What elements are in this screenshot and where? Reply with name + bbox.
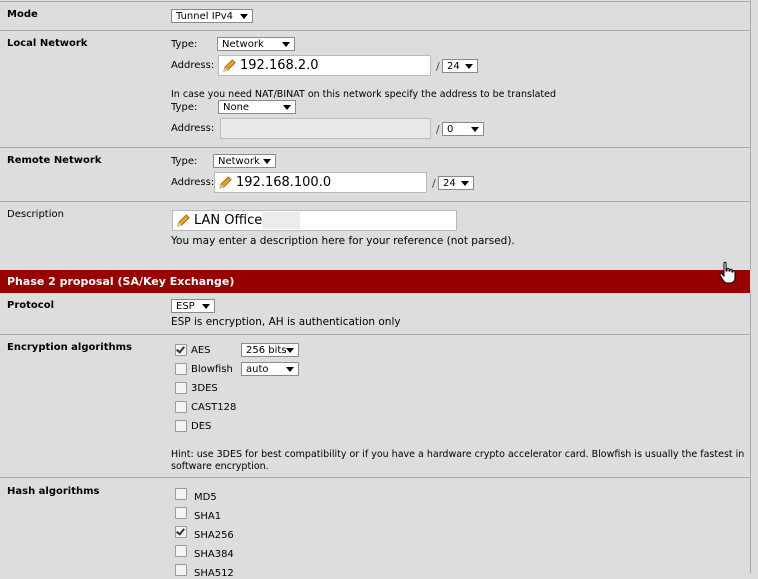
md5-label: MD5 — [194, 492, 217, 503]
nat-mask-value: 0 — [447, 124, 454, 135]
pencil-icon — [177, 214, 190, 227]
remote-network-label: Remote Network — [7, 155, 102, 166]
phase2-header: Phase 2 proposal (SA/Key Exchange) — [0, 270, 750, 293]
local-network-label: Local Network — [7, 38, 88, 49]
local-type-select[interactable]: Network — [217, 37, 295, 51]
sha1-label: SHA1 — [194, 511, 222, 522]
ipsec-phase2-form: Mode Tunnel IPv4 Local Network Type: Net… — [0, 0, 758, 579]
pencil-icon — [219, 176, 232, 189]
row-divider — [0, 1, 750, 2]
right-border — [750, 0, 751, 270]
hand-cursor-icon — [719, 261, 736, 284]
nat-address-label: Address: — [171, 123, 215, 134]
slash-separator: / — [436, 60, 440, 73]
chevron-down-icon — [263, 159, 271, 164]
blowfish-label: Blowfish — [191, 364, 233, 375]
row-divider — [0, 477, 750, 478]
remote-address-label: Address: — [171, 177, 215, 188]
blowfish-checkbox[interactable] — [175, 363, 187, 375]
local-mask-value: 24 — [447, 61, 460, 72]
chevron-down-icon — [461, 181, 469, 186]
local-mask-select[interactable]: 24 — [442, 59, 478, 73]
aes-checkbox[interactable] — [175, 344, 187, 356]
row-divider — [0, 147, 750, 148]
protocol-hint: ESP is encryption, AH is authentication … — [171, 316, 401, 328]
local-address-label: Address: — [171, 60, 215, 71]
chevron-down-icon — [465, 64, 473, 69]
local-address-input[interactable]: 192.168.2.0 — [218, 55, 431, 76]
chevron-down-icon — [286, 367, 294, 372]
mode-select[interactable]: Tunnel IPv4 — [171, 9, 253, 23]
description-hint: You may enter a description here for you… — [171, 235, 515, 247]
hash-label: Hash algorithms — [7, 486, 100, 497]
remote-type-select[interactable]: Network — [213, 154, 276, 168]
aes-label: AES — [191, 345, 211, 356]
nat-address-input[interactable] — [220, 118, 431, 139]
sha384-checkbox[interactable] — [175, 545, 187, 557]
protocol-select-value: ESP — [176, 301, 195, 312]
chevron-down-icon — [240, 14, 248, 19]
blowfish-keylen-select[interactable]: auto — [241, 362, 299, 376]
description-value: LAN Office2 — [194, 213, 271, 228]
nat-type-select[interactable]: None — [218, 100, 296, 114]
protocol-select[interactable]: ESP — [171, 299, 215, 313]
pencil-icon — [223, 59, 236, 72]
remote-mask-value: 24 — [443, 178, 456, 189]
blowfish-keylen-value: auto — [246, 364, 269, 375]
local-type-select-value: Network — [222, 39, 264, 50]
description-input[interactable]: LAN Office2 — [172, 210, 457, 231]
mode-select-value: Tunnel IPv4 — [176, 11, 233, 22]
aes-keylen-select[interactable]: 256 bits — [241, 343, 299, 357]
remote-type-label: Type: — [171, 156, 198, 167]
row-divider — [0, 201, 750, 202]
local-address-value: 192.168.2.0 — [240, 58, 319, 73]
sha512-label: SHA512 — [194, 568, 234, 579]
md5-checkbox[interactable] — [175, 488, 187, 500]
nat-hint: In case you need NAT/BINAT on this netwo… — [171, 89, 557, 100]
sha256-checkbox[interactable] — [175, 526, 187, 538]
slash-separator: / — [432, 177, 436, 190]
right-border-lower — [750, 293, 751, 573]
mode-label: Mode — [7, 9, 38, 20]
row-divider — [0, 334, 750, 335]
aes-keylen-value: 256 bits — [246, 345, 287, 356]
nat-type-label: Type: — [171, 102, 198, 113]
sha256-label: SHA256 — [194, 530, 234, 541]
3des-checkbox[interactable] — [175, 382, 187, 394]
sha1-checkbox[interactable] — [175, 507, 187, 519]
protocol-label: Protocol — [7, 300, 55, 311]
des-label: DES — [191, 421, 212, 432]
des-checkbox[interactable] — [175, 420, 187, 432]
encryption-label: Encryption algorithms — [7, 342, 132, 353]
encryption-hint-line2: software encryption. — [171, 461, 269, 472]
chevron-down-icon — [282, 42, 290, 47]
chevron-down-icon — [471, 127, 479, 132]
nat-type-select-value: None — [223, 102, 250, 113]
remote-address-input[interactable]: 192.168.100.0 — [214, 172, 427, 193]
cast128-checkbox[interactable] — [175, 401, 187, 413]
sha384-label: SHA384 — [194, 549, 234, 560]
remote-mask-select[interactable]: 24 — [438, 176, 474, 190]
sha512-checkbox[interactable] — [175, 564, 187, 576]
cast128-label: CAST128 — [191, 402, 237, 413]
chevron-down-icon — [283, 105, 291, 110]
chevron-down-icon — [202, 304, 210, 309]
remote-type-select-value: Network — [218, 156, 260, 167]
encryption-hint-line1: Hint: use 3DES for best compatibility or… — [171, 449, 745, 460]
chevron-down-icon — [286, 348, 294, 353]
row-divider — [0, 30, 750, 31]
description-label: Description — [7, 209, 64, 220]
local-type-label: Type: — [171, 39, 198, 50]
remote-address-value: 192.168.100.0 — [236, 175, 332, 190]
3des-label: 3DES — [191, 383, 218, 394]
nat-mask-select[interactable]: 0 — [442, 122, 484, 136]
redacted-text — [262, 212, 300, 229]
slash-separator: / — [436, 123, 440, 136]
